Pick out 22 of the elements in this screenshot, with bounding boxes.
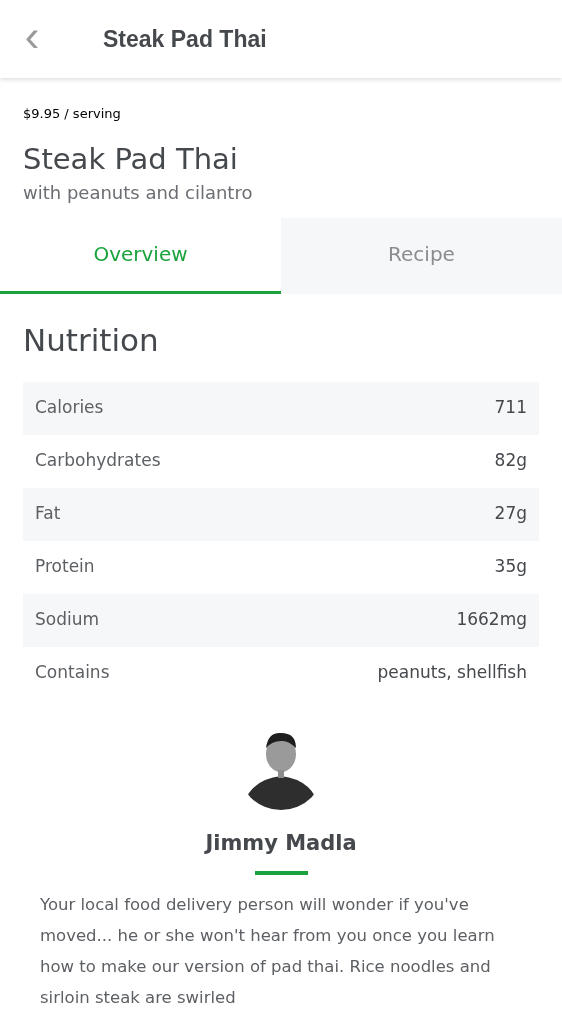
price-per-serving: $9.95 / serving [23,105,122,123]
nutrient-value: 82g [494,449,527,473]
section-heading: Nutrition [23,320,160,360]
tab[interactable]: Recipe [281,217,562,294]
nutrient-value: 27g [494,502,527,526]
nutrient-label: Contains [35,661,110,685]
nutrient-value: 35g [494,555,527,579]
nutrient-label: Sodium [35,608,100,632]
page-title: Steak Pad Thai [103,24,267,54]
chef-name: Jimmy Madla [205,829,357,857]
nutrient-label: Protein [35,555,95,579]
nutrient-value: peanuts, shellfish [377,661,527,685]
nutrient-label: Calories [35,396,104,420]
nutrient-label: Carbohydrates [35,449,161,473]
recipe-subtitle: with peanuts and cilantro [23,180,254,205]
name-underline [254,871,308,875]
back-button[interactable]: ‹ [18,14,46,64]
nutrient-value: 1662mg [456,608,527,632]
recipe-description: Your local food delivery person will wonder if you've moved... he or she won't hear from you once you learn how to make our version of pad thai. Rice noodles and sirloin steak are swirled [40,894,496,1009]
nutrient-label: Fat [35,502,61,526]
recipe-title: Steak Pad Thai [23,141,239,176]
nutrient-value: 711 [494,396,527,420]
